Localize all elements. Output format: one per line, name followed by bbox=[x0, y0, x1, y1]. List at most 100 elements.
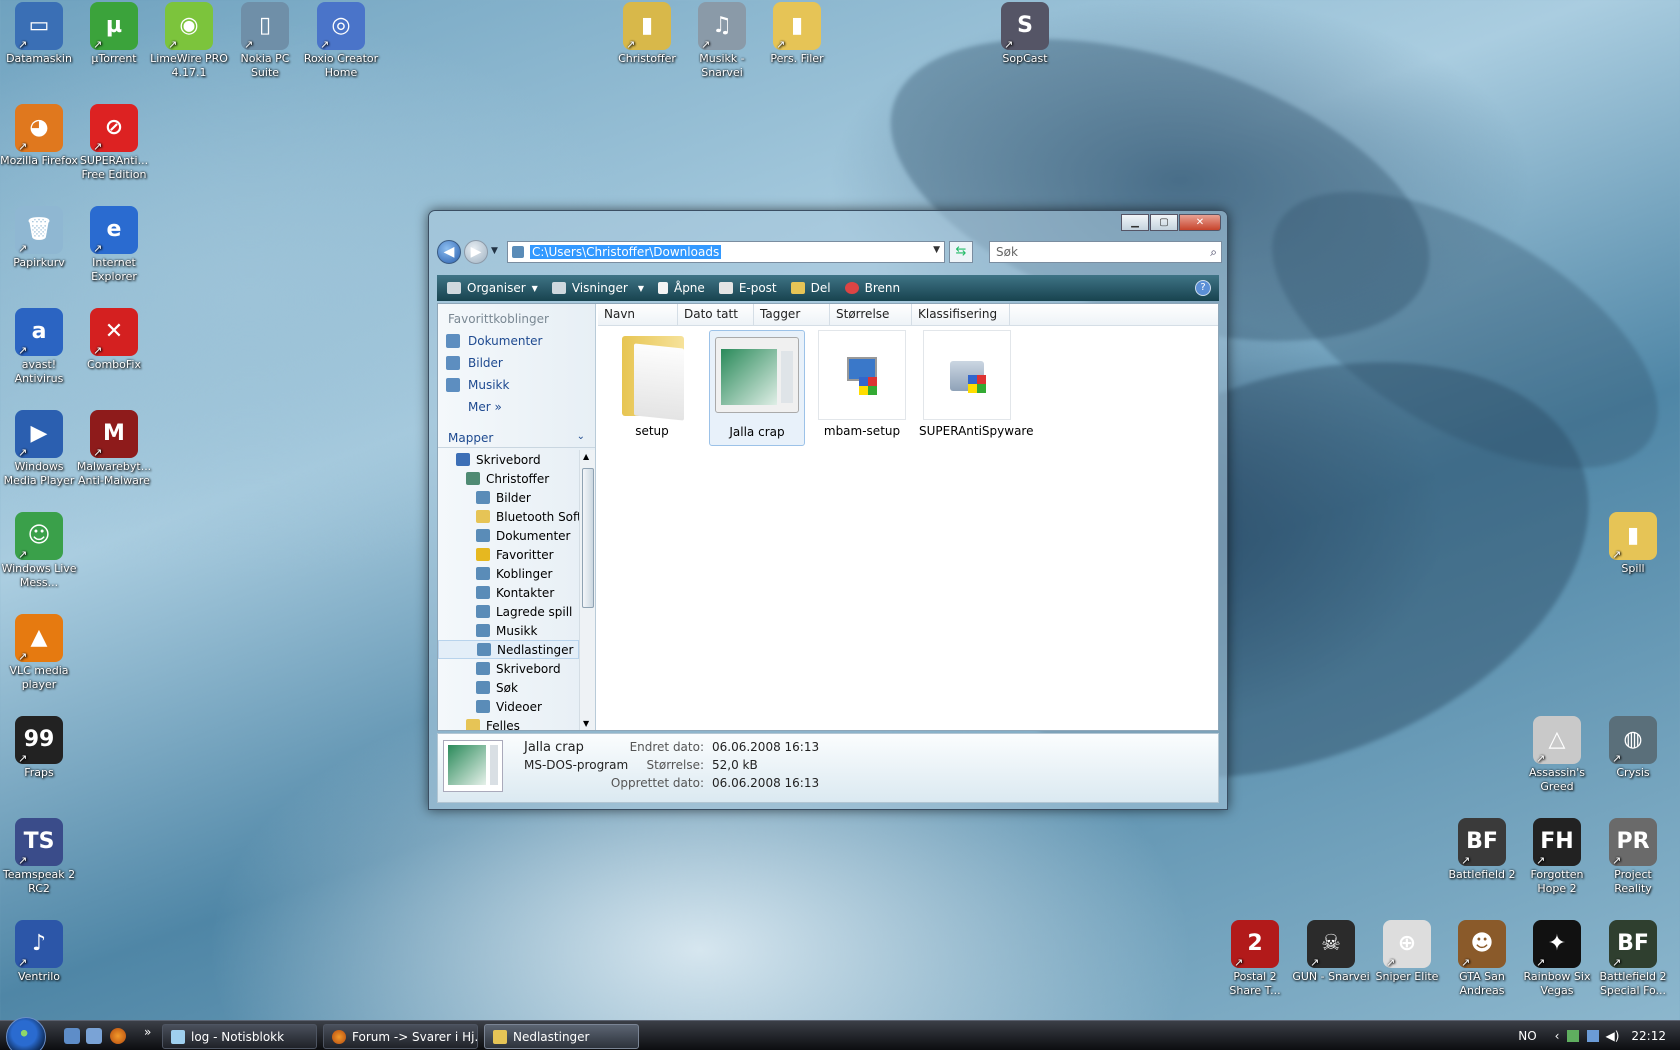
tree-node-nedlastinger[interactable]: Nedlastinger bbox=[438, 640, 579, 659]
tree-node-dokumenter[interactable]: Dokumenter bbox=[438, 526, 579, 545]
recent-pages-chevron-icon[interactable]: ▼ bbox=[491, 246, 498, 256]
show-desktop-icon[interactable] bbox=[64, 1028, 80, 1044]
desktop-icon-assassin-s-greed[interactable]: △ ↗ Assassin's Greed bbox=[1518, 716, 1596, 794]
desktop-icon-gta-san-andreas[interactable]: ☻ ↗ GTA San Andreas bbox=[1443, 920, 1521, 998]
firefox-icon[interactable] bbox=[110, 1028, 126, 1044]
tree-node-søk[interactable]: Søk bbox=[438, 678, 579, 697]
desktop-icon-windows-media-player[interactable]: ▶ ↗ Windows Media Player bbox=[0, 410, 78, 488]
desktop-icon-sniper-elite[interactable]: ⊕ ↗ Sniper Elite bbox=[1368, 920, 1446, 984]
desktop-icon-windows-live-mess-[interactable]: ☺ ↗ Windows Live Mess... bbox=[0, 512, 78, 590]
tree-node-bilder[interactable]: Bilder bbox=[438, 488, 579, 507]
column-header-1[interactable]: Dato tatt bbox=[678, 304, 754, 326]
tree-node-christoffer[interactable]: Christoffer bbox=[438, 469, 579, 488]
desktop-icon-papirkurv[interactable]: 🗑 ↗ Papirkurv bbox=[0, 206, 78, 270]
desktop-icon-combofix[interactable]: ✕ ↗ ComboFix bbox=[75, 308, 153, 372]
desktop-icon-sopcast[interactable]: S ↗ SopCast bbox=[986, 2, 1064, 66]
column-header-2[interactable]: Tagger bbox=[754, 304, 830, 326]
desktop-icon-datamaskin[interactable]: ▭ ↗ Datamaskin bbox=[0, 2, 78, 66]
quicklaunch-more-icon[interactable]: » bbox=[144, 1025, 151, 1039]
file-item-setup[interactable]: setup bbox=[604, 330, 700, 446]
desktop-icon-nokia-pc-suite[interactable]: ▯ ↗ Nokia PC Suite bbox=[226, 2, 304, 80]
organize-button[interactable]: Organiser ▼ bbox=[447, 277, 538, 299]
monitor-icon[interactable] bbox=[1587, 1030, 1600, 1042]
desktop-icon-superanti-free-edition[interactable]: ⊘ ↗ SUPERAnti... Free Edition bbox=[75, 104, 153, 182]
address-bar[interactable]: C:\Users\Christoffer\Downloads ▼ bbox=[507, 241, 945, 263]
desktop-icon-forgotten-hope-2[interactable]: FH ↗ Forgotten Hope 2 bbox=[1518, 818, 1596, 896]
taskbar-button-notepad[interactable]: log - Notisblokk bbox=[162, 1024, 317, 1049]
desktop-icon-christoffer[interactable]: ▮ ↗ Christoffer bbox=[608, 2, 686, 66]
open-button[interactable]: Åpne bbox=[657, 277, 705, 299]
favorite-link-2[interactable]: Musikk bbox=[438, 374, 595, 396]
desktop-icon-mozilla-firefox[interactable]: ◕ ↗ Mozilla Firefox bbox=[0, 104, 78, 168]
favorite-link-1[interactable]: Bilder bbox=[438, 352, 595, 374]
desktop-icon-musikk-snarvei[interactable]: ♫ ↗ Musikk - Snarvei bbox=[683, 2, 761, 80]
desktop-icon-spill[interactable]: ▮ ↗ Spill bbox=[1594, 512, 1672, 576]
favorite-link-3[interactable]: Mer » bbox=[438, 396, 595, 418]
tree-node-kontakter[interactable]: Kontakter bbox=[438, 583, 579, 602]
desktop-icon-avast-antivirus[interactable]: a ↗ avast! Antivirus bbox=[0, 308, 78, 386]
scroll-down-icon[interactable]: ▼ bbox=[583, 719, 589, 728]
file-item-superantispyware[interactable]: SUPERAntiSpyware bbox=[919, 330, 1033, 446]
desktop-icon--torrent[interactable]: µ ↗ µTorrent bbox=[75, 2, 153, 66]
views-button[interactable]: Visninger ▼ bbox=[551, 277, 644, 299]
tray-expand-icon[interactable]: ‹ bbox=[1555, 1029, 1560, 1043]
tree-node-videoer[interactable]: Videoer bbox=[438, 697, 579, 716]
desktop-icon-internet-explorer[interactable]: e ↗ Internet Explorer bbox=[75, 206, 153, 284]
share-button[interactable]: Del bbox=[790, 277, 831, 299]
file-item-mbam-setup[interactable]: mbam-setup bbox=[814, 330, 910, 446]
search-input[interactable]: Søk ⌕ bbox=[989, 241, 1222, 263]
scroll-up-icon[interactable]: ▲ bbox=[583, 452, 589, 461]
tree-node-musikk[interactable]: Musikk bbox=[438, 621, 579, 640]
tree-node-skrivebord[interactable]: Skrivebord bbox=[438, 659, 579, 678]
desktop-icon-rainbow-six-vegas[interactable]: ✦ ↗ Rainbow Six Vegas bbox=[1518, 920, 1596, 998]
language-indicator[interactable]: NO bbox=[1518, 1029, 1536, 1043]
minimize-button[interactable]: ▁ bbox=[1121, 214, 1149, 231]
taskbar-button-forum[interactable]: Forum -> Svarer i Hj... bbox=[323, 1024, 478, 1049]
desktop-icon-limewire-pro-4-17-1[interactable]: ◉ ↗ LimeWire PRO 4.17.1 bbox=[150, 2, 228, 80]
maximize-button[interactable]: ▢ bbox=[1150, 214, 1178, 231]
search-icon[interactable]: ⌕ bbox=[1210, 242, 1217, 262]
email-button[interactable]: E-post bbox=[718, 277, 777, 299]
tree-node-koblinger[interactable]: Koblinger bbox=[438, 564, 579, 583]
column-header-0[interactable]: Navn bbox=[598, 304, 678, 326]
desktop-icon-fraps[interactable]: 99 ↗ Fraps bbox=[0, 716, 78, 780]
desktop-icon-crysis[interactable]: ◍ ↗ Crysis bbox=[1594, 716, 1672, 780]
desktop-icon-battlefield-2[interactable]: BF ↗ Battlefield 2 bbox=[1443, 818, 1521, 882]
file-item-jalla-crap[interactable]: Jalla crap bbox=[709, 330, 805, 446]
address-dropdown-icon[interactable]: ▼ bbox=[933, 245, 940, 255]
refresh-button[interactable]: ⇆ bbox=[949, 241, 973, 263]
collapse-chevron-icon[interactable]: ⌄ bbox=[577, 431, 585, 442]
tree-scrollbar[interactable]: ▲ ▼ bbox=[579, 450, 595, 730]
volume-icon[interactable]: ◀) bbox=[1605, 1029, 1619, 1043]
tree-node-felles[interactable]: Felles bbox=[438, 716, 579, 730]
column-header-4[interactable]: Klassifisering bbox=[912, 304, 1010, 326]
back-button[interactable]: ◀ bbox=[437, 240, 461, 264]
start-button[interactable] bbox=[6, 1017, 46, 1050]
close-button[interactable]: ✕ bbox=[1179, 214, 1221, 231]
desktop-icon-project-reality[interactable]: PR ↗ Project Reality bbox=[1594, 818, 1672, 896]
switch-windows-icon[interactable] bbox=[86, 1028, 102, 1044]
burn-button[interactable]: Brenn bbox=[844, 277, 900, 299]
tree-node-skrivebord[interactable]: Skrivebord bbox=[438, 450, 579, 469]
address-text[interactable]: C:\Users\Christoffer\Downloads bbox=[530, 245, 722, 259]
favorite-link-0[interactable]: Dokumenter bbox=[438, 330, 595, 352]
desktop-icon-vlc-media-player[interactable]: ▲ ↗ VLC media player bbox=[0, 614, 78, 692]
tree-node-favoritter[interactable]: Favoritter bbox=[438, 545, 579, 564]
folders-header[interactable]: Mapper ⌄ bbox=[438, 428, 595, 448]
tree-node-bluetooth-soft[interactable]: Bluetooth Soft bbox=[438, 507, 579, 526]
desktop-icon-battlefield-2-special-fo-[interactable]: BF ↗ Battlefield 2 Special Fo... bbox=[1594, 920, 1672, 998]
clock[interactable]: 22:12 bbox=[1631, 1029, 1666, 1043]
column-header-3[interactable]: Størrelse bbox=[830, 304, 912, 326]
desktop-icon-postal-2-share-t-[interactable]: 2 ↗ Postal 2 Share T... bbox=[1216, 920, 1294, 998]
network-icon[interactable] bbox=[1567, 1030, 1580, 1042]
desktop-icon-roxio-creator-home[interactable]: ◎ ↗ Roxio Creator Home bbox=[302, 2, 380, 80]
help-icon[interactable]: ? bbox=[1195, 280, 1211, 296]
scrollbar-thumb[interactable] bbox=[582, 468, 594, 608]
desktop-icon-ventrilo[interactable]: ♪ ↗ Ventrilo bbox=[0, 920, 78, 984]
explorer-window[interactable]: ▁ ▢ ✕ ◀ ▶ ▼ C:\Users\Christoffer\Downloa… bbox=[428, 210, 1228, 810]
desktop-icon-teamspeak-2-rc2[interactable]: TS ↗ Teamspeak 2 RC2 bbox=[0, 818, 78, 896]
desktop-icon-malwarebyt-anti-malware[interactable]: M ↗ Malwarebyt... Anti-Malware bbox=[75, 410, 153, 488]
forward-button[interactable]: ▶ bbox=[464, 240, 488, 264]
tree-node-lagrede-spill[interactable]: Lagrede spill bbox=[438, 602, 579, 621]
desktop-icon-pers-filer[interactable]: ▮ ↗ Pers. Filer bbox=[758, 2, 836, 66]
